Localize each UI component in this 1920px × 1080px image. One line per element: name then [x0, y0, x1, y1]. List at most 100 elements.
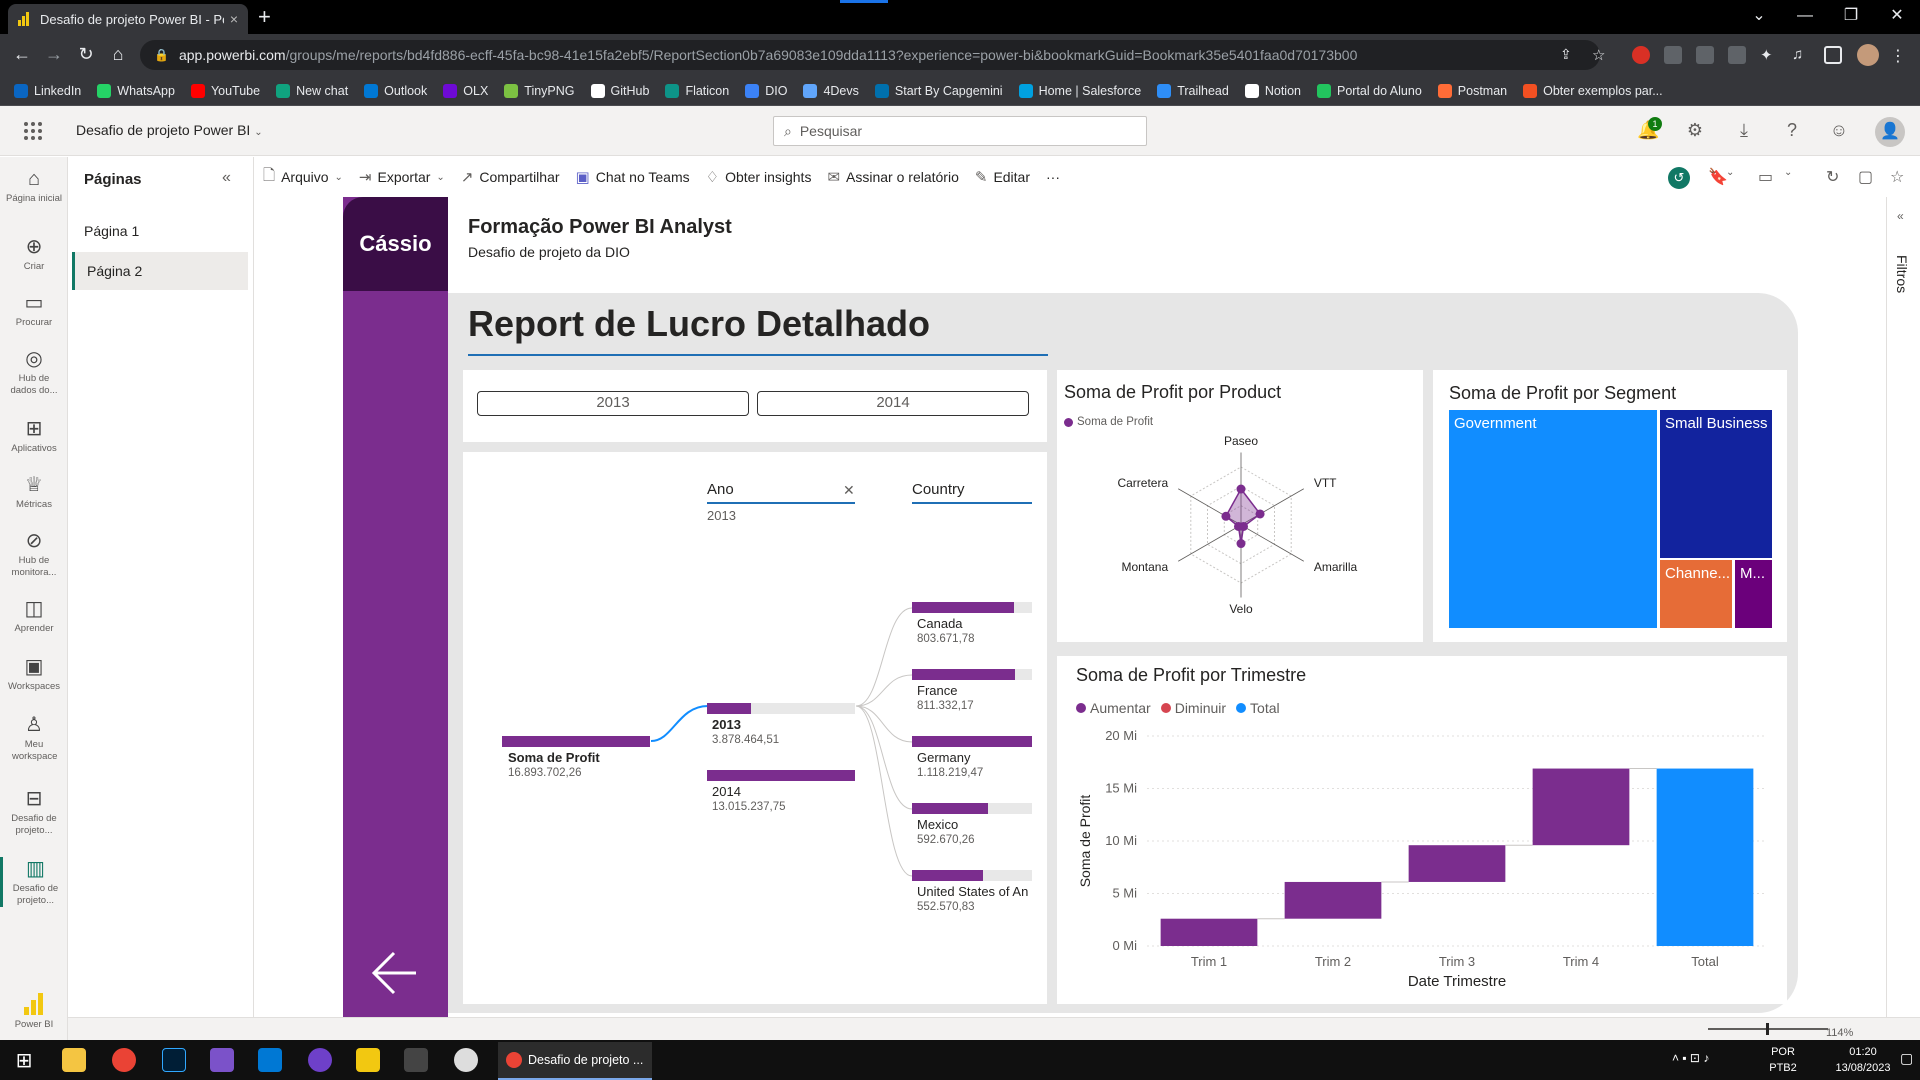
- zoom-handle[interactable]: [1766, 1023, 1769, 1035]
- page-item-2[interactable]: Página 2: [72, 252, 248, 290]
- nav-home[interactable]: ⌂ Página inicial: [0, 167, 68, 205]
- country-node-bar[interactable]: [912, 669, 1032, 680]
- page-item-1[interactable]: Página 1: [72, 212, 248, 250]
- teams-chat-button[interactable]: ▣ Chat no Teams: [576, 168, 690, 186]
- root-bar[interactable]: [502, 736, 650, 747]
- bookmark-item[interactable]: YouTube: [190, 83, 260, 98]
- app-launcher-icon[interactable]: [24, 122, 42, 140]
- edit-button[interactable]: ✎ Editar: [975, 168, 1030, 186]
- more-options-button[interactable]: ···: [1046, 169, 1060, 185]
- waterfall-bar[interactable]: [1160, 918, 1258, 946]
- radar-point[interactable]: [1236, 539, 1246, 549]
- comment-icon[interactable]: ▢: [1858, 167, 1873, 187]
- bookmark-item[interactable]: 4Devs: [803, 83, 859, 98]
- radar-point[interactable]: [1236, 484, 1246, 494]
- file-menu-button[interactable]: 🗋 Arquivo ⌄: [263, 165, 343, 190]
- extension-red-icon[interactable]: [1632, 46, 1650, 64]
- minimize-icon[interactable]: —: [1782, 2, 1828, 30]
- report-name-dropdown[interactable]: Desafio de projeto Power BI ⌄: [76, 122, 263, 138]
- bookmark-icon[interactable]: 🔖: [1708, 167, 1728, 187]
- back-icon[interactable]: ←: [10, 44, 34, 65]
- profile-avatar[interactable]: [1857, 44, 1879, 66]
- reload-icon[interactable]: ↻: [74, 44, 98, 65]
- bookmark-item[interactable]: WhatsApp: [97, 83, 175, 98]
- notifications-icon[interactable]: ▢: [1900, 1050, 1913, 1066]
- reset-icon[interactable]: ↺: [1668, 167, 1690, 189]
- waterfall-bar[interactable]: [1656, 768, 1754, 946]
- bookmark-item[interactable]: Portal do Aluno: [1316, 83, 1422, 98]
- windows-start-icon[interactable]: ⊞: [12, 1048, 36, 1072]
- bookmark-item[interactable]: Obter exemplos par...: [1523, 83, 1663, 98]
- waterfall-bar[interactable]: [1408, 845, 1506, 882]
- country-node-bar[interactable]: [912, 602, 1032, 613]
- ano-node-bar[interactable]: [707, 703, 855, 714]
- treemap-cell-midmarket[interactable]: M...: [1735, 560, 1772, 628]
- new-tab-button[interactable]: +: [258, 4, 271, 30]
- home-browser-icon[interactable]: ⌂: [106, 44, 130, 65]
- bookmark-item[interactable]: Postman: [1437, 83, 1507, 98]
- nav-create[interactable]: ⊕ Criar: [0, 235, 68, 273]
- extension-gray-icon[interactable]: [1696, 46, 1714, 64]
- bookmark-item[interactable]: DIO: [745, 83, 787, 98]
- nav-powerbi[interactable]: Power BI: [0, 1019, 68, 1031]
- tray-icons[interactable]: ˄ ▪ ⊡ ♪: [1672, 1050, 1709, 1066]
- nav-monitoring[interactable]: ⊘ Hub de monitora...: [0, 529, 68, 579]
- download-icon[interactable]: ⤓: [1733, 120, 1755, 141]
- browser-tab[interactable]: Desafio de projeto Power BI - Po ×: [8, 4, 248, 34]
- nav-workspaces[interactable]: ▣ Workspaces: [0, 655, 68, 693]
- view-icon[interactable]: ▭: [1758, 167, 1773, 187]
- treemap-cell-channel[interactable]: Channe...: [1660, 560, 1732, 628]
- help-icon[interactable]: ?: [1781, 120, 1803, 141]
- side-panel-icon[interactable]: [1824, 46, 1842, 64]
- bookmark-item[interactable]: GitHub: [590, 83, 649, 98]
- radar-point[interactable]: [1221, 511, 1231, 521]
- extension-pen-icon[interactable]: [1664, 46, 1682, 64]
- search-input[interactable]: ⌕ Pesquisar: [773, 116, 1147, 146]
- treemap-cell-small-business[interactable]: Small Business: [1660, 410, 1772, 558]
- nav-dataset[interactable]: ⊟ Desafio de projeto...: [0, 787, 68, 837]
- insights-button[interactable]: ♢ Obter insights: [706, 168, 812, 186]
- lang-indicator[interactable]: POR PTB2: [1766, 1044, 1800, 1076]
- filters-pane[interactable]: «: [1886, 197, 1920, 1017]
- bookmark-item[interactable]: LinkedIn: [14, 83, 81, 98]
- nav-apps[interactable]: ⊞ Aplicativos: [0, 417, 68, 455]
- bookmark-item[interactable]: Home | Salesforce: [1018, 83, 1141, 98]
- ano-node-bar[interactable]: [707, 770, 855, 781]
- nav-data-hub[interactable]: ◎ Hub de dados do...: [0, 347, 68, 397]
- taskbar-chrome-window[interactable]: Desafio de projeto ...: [498, 1042, 652, 1080]
- bookmark-item[interactable]: TinyPNG: [504, 83, 575, 98]
- url-field[interactable]: 🔒 app.powerbi.com /groups/me/reports/bd4…: [140, 40, 1600, 70]
- browser-menu-icon[interactable]: ⋮: [1890, 46, 1908, 65]
- visual-studio-icon[interactable]: [210, 1048, 234, 1072]
- restore-icon[interactable]: ❐: [1828, 2, 1874, 30]
- bookmark-item[interactable]: Notion: [1244, 83, 1301, 98]
- chevron-down-icon[interactable]: ⌄: [1784, 167, 1792, 178]
- powerbi-desktop-icon[interactable]: [356, 1048, 380, 1072]
- back-arrow-icon[interactable]: [370, 948, 420, 998]
- gear-icon[interactable]: ⚙: [1684, 120, 1706, 141]
- nav-my-workspace[interactable]: ♙ Meu workspace: [0, 713, 68, 763]
- file-explorer-icon[interactable]: [62, 1048, 86, 1072]
- share-button[interactable]: ↗ Compartilhar: [461, 168, 560, 186]
- collapse-pane-icon[interactable]: «: [222, 169, 231, 187]
- chrome-icon[interactable]: [112, 1048, 136, 1072]
- extensions-puzzle-icon[interactable]: ✦: [1760, 46, 1778, 64]
- nav-report[interactable]: ▥ Desafio de projeto...: [0, 857, 68, 907]
- bookmark-item[interactable]: Outlook: [364, 83, 427, 98]
- feedback-smiley-icon[interactable]: ☺: [1828, 120, 1850, 141]
- chevron-down-icon[interactable]: ⌄: [1726, 167, 1734, 178]
- waterfall-bar[interactable]: [1284, 881, 1382, 919]
- export-menu-button[interactable]: ⇥ Exportar ⌄: [359, 168, 445, 186]
- treemap-cell-government[interactable]: Government: [1449, 410, 1657, 628]
- bookmark-star-icon[interactable]: ☆: [1592, 46, 1610, 64]
- app-icon[interactable]: [404, 1048, 428, 1072]
- user-avatar[interactable]: 👤: [1875, 117, 1905, 147]
- nav-learn[interactable]: ◫ Aprender: [0, 597, 68, 635]
- close-window-icon[interactable]: ✕: [1874, 2, 1920, 30]
- bookmark-item[interactable]: New chat: [276, 83, 348, 98]
- radar-point[interactable]: [1255, 509, 1265, 519]
- country-node-bar[interactable]: [912, 803, 1032, 814]
- bookmark-item[interactable]: Trailhead: [1157, 83, 1229, 98]
- bookmark-item[interactable]: Start By Capgemini: [874, 83, 1003, 98]
- bookmark-item[interactable]: OLX: [443, 83, 488, 98]
